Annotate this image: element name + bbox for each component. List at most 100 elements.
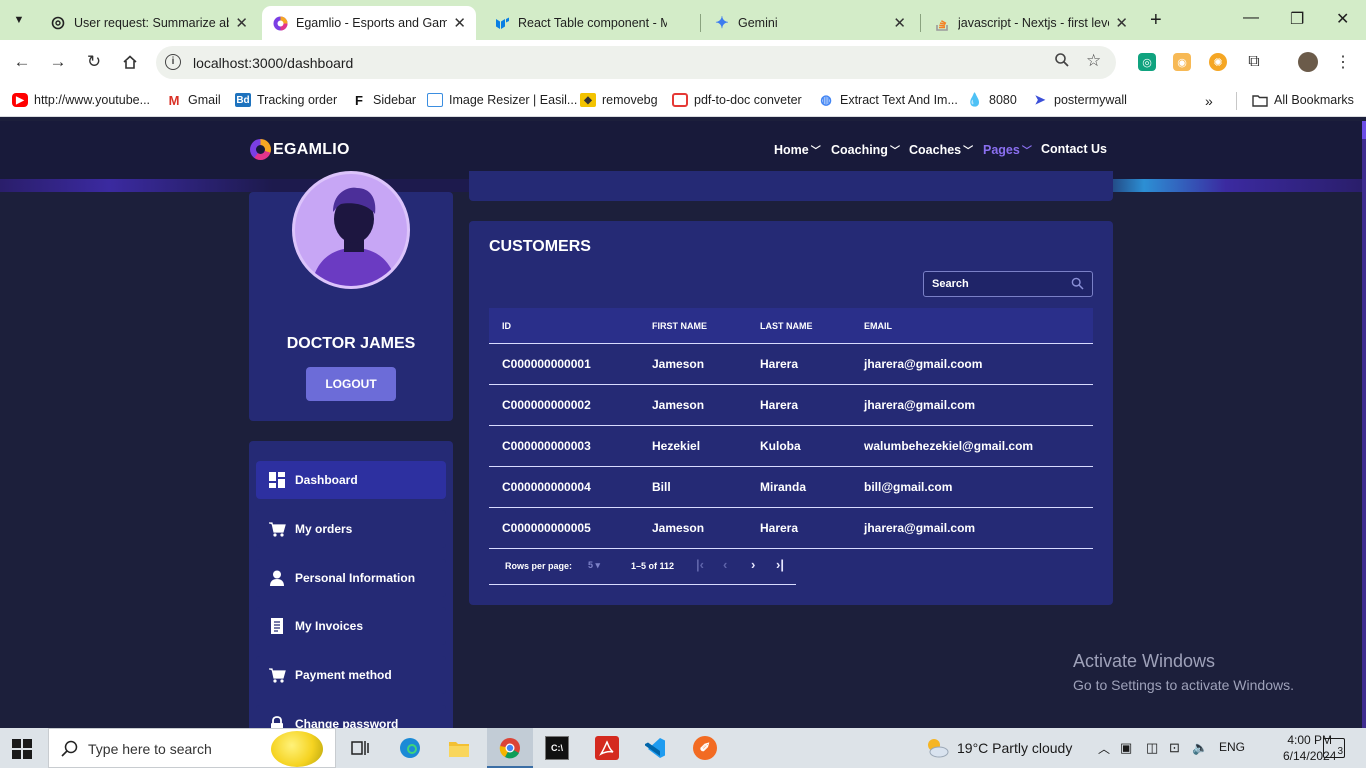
- weather-text[interactable]: 19°C Partly cloudy: [957, 740, 1072, 756]
- column-header-last-name[interactable]: LAST NAME: [760, 321, 864, 331]
- close-tab-icon[interactable]: ✕: [453, 14, 466, 32]
- tray-chevron-up-icon[interactable]: ︿: [1098, 740, 1110, 757]
- tab-search-button[interactable]: ▼: [6, 8, 32, 32]
- sidebar-item-payment-method[interactable]: Payment method: [256, 656, 446, 694]
- bookmark-pdf-to-doc[interactable]: pdf-to-doc conveter: [672, 93, 802, 107]
- last-page-icon[interactable]: ›|: [776, 557, 784, 572]
- new-tab-plus-icon[interactable]: +: [1150, 9, 1162, 32]
- bookmark-extract-text[interactable]: ◍ Extract Text And Im...: [818, 92, 958, 107]
- notification-center-icon[interactable]: 3: [1323, 738, 1345, 758]
- zoom-icon[interactable]: [1054, 52, 1070, 73]
- close-tab-icon[interactable]: ✕: [893, 14, 906, 32]
- tab-egamlio[interactable]: Egamlio - Esports and Gaming ✕: [262, 6, 476, 40]
- bookmark-postermywall[interactable]: ➤ postermywall: [1032, 92, 1127, 107]
- search-icon[interactable]: [1071, 277, 1084, 295]
- bookmark-sidebar[interactable]: F Sidebar: [351, 93, 417, 108]
- taskbar-search-input[interactable]: Type here to search: [48, 728, 336, 768]
- tray-camera-icon[interactable]: ◫: [1146, 740, 1158, 756]
- task-view-icon[interactable]: [349, 736, 373, 760]
- tab-title: Gemini: [738, 16, 778, 30]
- close-tab-icon[interactable]: ✕: [235, 14, 248, 32]
- tab-gemini[interactable]: ✦ Gemini ✕: [704, 6, 916, 40]
- sidebar-item-my-invoices[interactable]: My Invoices: [256, 607, 446, 645]
- chatgpt-extension-icon[interactable]: ◎: [1138, 53, 1156, 71]
- bookmark-label: removebg: [602, 93, 658, 107]
- edge-icon[interactable]: [398, 736, 422, 760]
- close-tab-icon[interactable]: ✕: [1115, 14, 1128, 32]
- address-bar[interactable]: i localhost:3000/dashboard ☆: [156, 46, 1116, 79]
- reload-icon[interactable]: ↻: [82, 50, 106, 74]
- profile-avatar[interactable]: [1298, 52, 1318, 72]
- all-bookmarks[interactable]: All Bookmarks: [1252, 93, 1354, 107]
- tab-stackoverflow[interactable]: javascript - Nextjs - first leve ✕: [924, 6, 1138, 40]
- table-row[interactable]: C000000000002 Jameson Harera jharera@gma…: [489, 385, 1093, 426]
- chrome-icon[interactable]: [498, 736, 522, 760]
- volume-icon[interactable]: 🔈: [1192, 740, 1208, 756]
- extension-icon[interactable]: ✺: [1209, 53, 1227, 71]
- first-page-icon[interactable]: |‹: [696, 557, 704, 572]
- previous-page-icon[interactable]: ‹: [723, 557, 727, 572]
- file-explorer-icon[interactable]: [447, 736, 471, 760]
- restore-icon[interactable]: ❐: [1290, 9, 1304, 29]
- nav-coaching[interactable]: Coaching ﹀: [831, 142, 900, 158]
- table-row[interactable]: C000000000005 Jameson Harera jharera@gma…: [489, 508, 1093, 549]
- postman-icon[interactable]: ✐: [693, 736, 717, 760]
- sidebar-item-personal-information[interactable]: Personal Information: [256, 559, 446, 597]
- scrollbar-thumb[interactable]: [1362, 121, 1366, 139]
- sidebar-item-change-password[interactable]: Change password: [256, 705, 446, 728]
- chevron-down-icon: ﹀: [889, 146, 900, 157]
- terminal-icon[interactable]: C:\: [545, 736, 569, 760]
- bookmark-image-resizer[interactable]: Image Resizer | Easil...: [427, 93, 577, 107]
- extension-icon[interactable]: ◉: [1173, 53, 1191, 71]
- minimize-icon[interactable]: —: [1243, 9, 1259, 27]
- bookmark-8080[interactable]: 💧 8080: [967, 92, 1017, 107]
- extensions-puzzle-icon[interactable]: ⧉: [1245, 53, 1263, 71]
- partly-cloudy-weather-icon[interactable]: [925, 736, 949, 760]
- chrome-menu-icon[interactable]: ⋮: [1334, 53, 1352, 71]
- close-window-icon[interactable]: ✕: [1336, 9, 1349, 29]
- page-viewport[interactable]: EGAMLIO Home ﹀ Coaching ﹀ Coaches ﹀ Pages ﹀ …: [0, 121, 1366, 728]
- site-logo[interactable]: EGAMLIO: [250, 139, 350, 160]
- rows-per-page-select[interactable]: 5 ▾: [588, 560, 600, 571]
- bookmark-gmail[interactable]: M Gmail: [166, 93, 221, 108]
- bookmark-removebg[interactable]: ◆ removebg: [580, 93, 658, 107]
- top-card: [469, 171, 1113, 201]
- tray-device-icon[interactable]: ▣: [1120, 740, 1132, 756]
- table-row[interactable]: C000000000004 Bill Miranda bill@gmail.co…: [489, 467, 1093, 508]
- lock-icon: [268, 715, 286, 728]
- bookmark-label: Sidebar: [373, 93, 417, 107]
- vscode-icon[interactable]: [643, 736, 667, 760]
- column-header-first-name[interactable]: FIRST NAME: [652, 321, 760, 331]
- sidebar-item-my-orders[interactable]: My orders: [256, 510, 446, 548]
- openai-icon: [50, 15, 66, 31]
- tab-react-table[interactable]: React Table component - Ma ✕: [484, 6, 696, 40]
- page-scrollbar[interactable]: [1362, 121, 1366, 728]
- network-icon[interactable]: ⊡: [1169, 740, 1180, 756]
- acrobat-icon[interactable]: [595, 736, 619, 760]
- table-row[interactable]: C000000000001 Jameson Harera jharera@gma…: [489, 344, 1093, 385]
- column-header-id[interactable]: ID: [489, 321, 652, 331]
- nav-home[interactable]: Home ﹀: [774, 142, 821, 158]
- bookmark-youtube[interactable]: ▶ http://www.youtube...: [12, 93, 150, 107]
- sidebar-item-dashboard[interactable]: Dashboard: [256, 461, 446, 499]
- logout-button[interactable]: LOGOUT: [306, 367, 396, 401]
- home-icon[interactable]: [118, 50, 142, 74]
- url-text[interactable]: localhost:3000/dashboard: [193, 55, 353, 71]
- table-row[interactable]: C000000000003 Hezekiel Kuloba walumbehez…: [489, 426, 1093, 467]
- rows-per-page-value: 5: [588, 560, 594, 570]
- bookmark-star-icon[interactable]: ☆: [1086, 51, 1101, 71]
- bookmark-tracking[interactable]: Bd Tracking order: [235, 93, 337, 107]
- language-indicator[interactable]: ENG: [1219, 740, 1245, 754]
- site-info-icon[interactable]: i: [165, 54, 181, 70]
- windows-start-icon[interactable]: [12, 739, 32, 759]
- nav-contact-us[interactable]: Contact Us: [1041, 142, 1107, 156]
- tab-user-request[interactable]: User request: Summarize ab ✕: [40, 6, 258, 40]
- forward-arrow-icon[interactable]: →: [46, 50, 70, 74]
- search-input[interactable]: Search: [923, 271, 1093, 297]
- column-header-email[interactable]: EMAIL: [864, 321, 1093, 331]
- nav-pages[interactable]: Pages ﹀: [983, 142, 1032, 158]
- next-page-icon[interactable]: ›: [751, 557, 755, 572]
- more-bookmarks-chevron-icon[interactable]: »: [1205, 93, 1213, 109]
- back-arrow-icon[interactable]: ←: [10, 50, 34, 74]
- nav-coaches[interactable]: Coaches ﹀: [909, 142, 973, 158]
